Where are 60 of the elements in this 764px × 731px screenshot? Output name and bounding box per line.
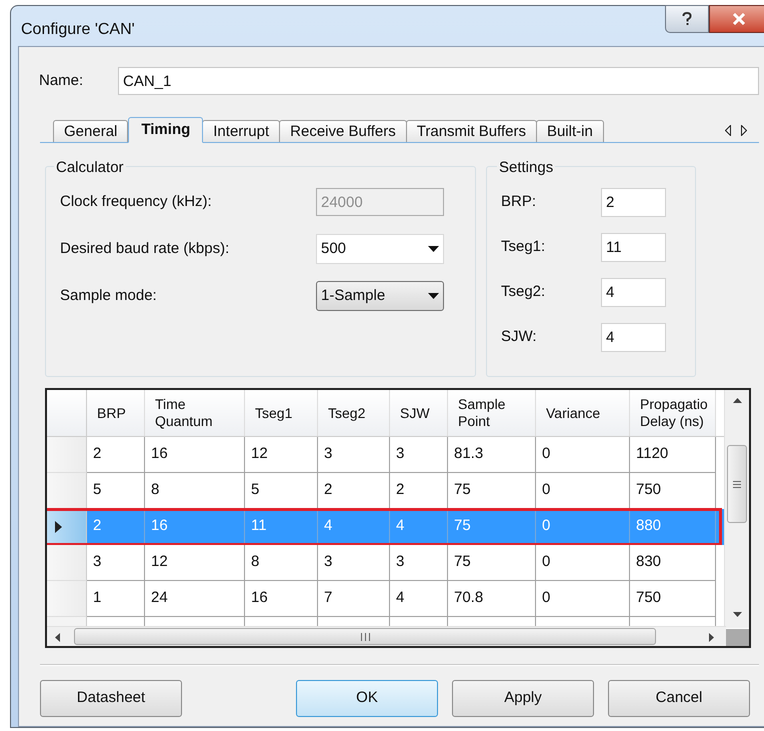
dialog-button[interactable]: Cancel <box>608 680 750 717</box>
column-header[interactable]: SJW <box>390 390 448 436</box>
close-button[interactable] <box>709 5 764 33</box>
horizontal-scrollbar[interactable] <box>47 626 726 646</box>
setting-field[interactable]: 2 <box>601 188 666 216</box>
vertical-scrollbar[interactable] <box>724 390 749 628</box>
name-label: Name: <box>39 70 84 91</box>
table-cell: 2 <box>390 473 448 509</box>
tab[interactable]: Interrupt <box>202 120 280 142</box>
setting-field[interactable]: 4 <box>601 322 666 352</box>
sample-mode-dropdown[interactable]: 1-Sample <box>316 281 444 311</box>
tab[interactable]: Timing <box>128 117 204 143</box>
column-header[interactable]: Time Quantum <box>145 390 245 436</box>
column-header[interactable]: Tseg2 <box>318 390 390 436</box>
dialog-button[interactable]: Apply <box>452 680 594 717</box>
scroll-left-icon[interactable] <box>55 633 60 642</box>
dialog-button[interactable]: Datasheet <box>40 680 182 717</box>
dropdown-arrow-icon <box>428 293 439 299</box>
grip-icon <box>360 632 370 640</box>
scroll-right-icon[interactable] <box>709 633 714 642</box>
table-cell: 5 <box>245 473 318 509</box>
field-label: Sample mode: <box>60 286 158 306</box>
setting-field[interactable]: 11 <box>601 232 666 262</box>
column-header[interactable]: Sample Point <box>448 390 536 436</box>
tab[interactable]: General <box>53 120 128 142</box>
window-title: Configure 'CAN' <box>21 20 135 40</box>
field-label: Tseg1: <box>501 236 546 257</box>
table-cell: 0 <box>536 473 630 509</box>
table-cell: 5 <box>87 473 145 509</box>
column-header[interactable]: BRP <box>87 390 145 436</box>
dropdown-arrow-icon <box>428 246 439 252</box>
help-icon <box>682 12 692 26</box>
table-cell: 75 <box>448 473 536 509</box>
scroll-right-icon[interactable] <box>741 125 747 136</box>
table-cell: 8 <box>145 473 245 509</box>
scroll-up-icon[interactable] <box>733 398 742 403</box>
scroll-left-icon[interactable] <box>725 125 731 136</box>
current-row-icon <box>55 520 62 532</box>
field-label: Tseg2: <box>501 282 546 302</box>
field-label: Desired baud rate (kbps): <box>60 238 230 259</box>
setting-field[interactable]: 4 <box>601 278 666 306</box>
column-header[interactable]: Propagatio Delay (ns) <box>630 390 716 436</box>
scrollbar-thumb[interactable] <box>74 628 656 645</box>
scrollbar-thumb[interactable] <box>727 445 747 523</box>
dialog-button[interactable]: OK <box>296 680 438 717</box>
tab[interactable]: Receive Buffers <box>279 120 407 142</box>
grip-icon <box>733 480 741 488</box>
name-field[interactable]: CAN_1 <box>118 67 759 95</box>
table-cell: 2 <box>318 473 390 509</box>
close-icon <box>732 13 746 25</box>
field-label: Clock frequency (kHz): <box>60 192 213 212</box>
table-cell: 750 <box>630 473 716 509</box>
tab[interactable]: Transmit Buffers <box>406 120 537 142</box>
field-label: SJW: <box>501 326 538 347</box>
column-header[interactable]: Tseg1 <box>245 390 318 436</box>
column-header[interactable]: Variance <box>536 390 630 436</box>
baud-rate-dropdown[interactable]: 500 <box>316 234 444 264</box>
tab[interactable]: Built-in <box>536 120 604 142</box>
help-button[interactable] <box>665 5 709 33</box>
field-label: BRP: <box>501 192 538 212</box>
